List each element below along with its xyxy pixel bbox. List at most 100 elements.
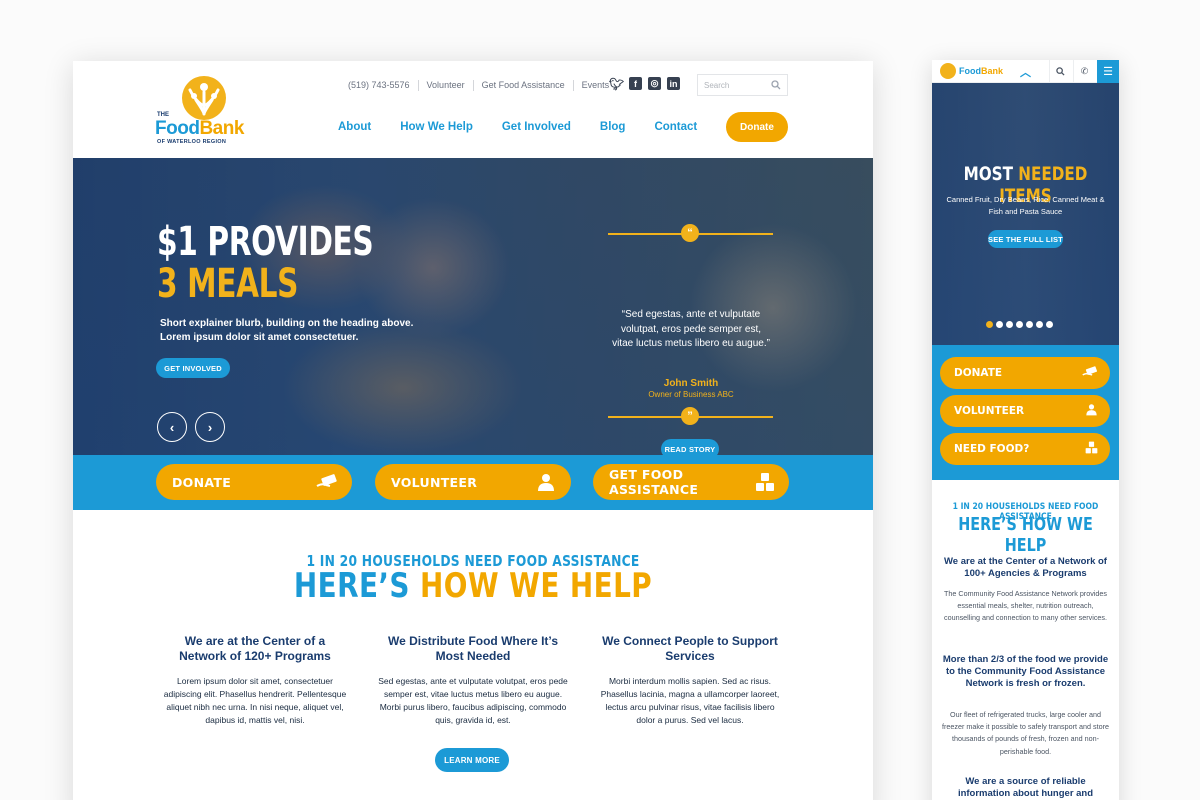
hero-blurb: Short explainer blurb, building on the h… — [160, 318, 414, 343]
utility-link-volunteer[interactable]: Volunteer — [427, 80, 465, 90]
mobile-volunteer-button[interactable]: VOLUNTEER — [940, 395, 1110, 427]
search-icon[interactable] — [1049, 60, 1071, 83]
how-we-help-section: 1 IN 20 HOUSEHOLDS NEED FOOD ASSISTANCE … — [73, 510, 873, 800]
food-assistance-cta-label: GET FOOD ASSISTANCE — [609, 467, 699, 497]
instagram-icon[interactable]: ◎ — [648, 77, 661, 90]
mobile-header: FoodBank ︿ ✆ ☰ — [932, 60, 1119, 83]
volunteer-cta-label: VOLUNTEER — [391, 474, 478, 490]
mobile-help-section: 1 IN 20 HOUSEHOLDS NEED FOOD ASSISTANCE … — [932, 480, 1119, 800]
mobile-help-body: The Community Food Assistance Network pr… — [943, 589, 1107, 623]
hand-money-icon — [316, 472, 338, 492]
mobile-need-food-label: NEED FOOD? — [954, 443, 1030, 455]
search-input[interactable]: Search — [697, 74, 788, 96]
phone-icon[interactable]: ✆ — [1073, 60, 1095, 83]
logo-wordmark: FoodBank — [155, 118, 244, 139]
main-nav: About How We Help Get Involved Blog Cont… — [338, 121, 726, 133]
social-links: 🐦︎ f ◎ in — [609, 77, 680, 91]
food-cans-icon — [1085, 441, 1098, 457]
mobile-mockup: FoodBank ︿ ✆ ☰ MOST NEEDED ITEMS Canned … — [932, 60, 1119, 800]
divider — [472, 79, 474, 91]
mobile-cta-band: DONATE VOLUNTEER NEED FOOD? — [932, 345, 1119, 480]
nav-about[interactable]: About — [338, 121, 371, 133]
see-full-list-button[interactable]: SEE THE FULL LIST — [988, 230, 1063, 248]
person-icon — [535, 472, 557, 492]
search-placeholder: Search — [704, 80, 730, 90]
facebook-icon[interactable]: f — [629, 77, 642, 90]
donate-cta-button[interactable]: DONATE — [156, 464, 352, 500]
mobile-help-heading: HERE’S HOW WE HELP — [958, 514, 1093, 556]
hero-heading: $1 PROVIDES 3 MEALS — [157, 219, 374, 307]
mobile-help-body: Our fleet of refrigerated trucks, large … — [942, 710, 1109, 756]
twitter-icon[interactable]: 🐦︎ — [609, 77, 624, 91]
nav-get-involved[interactable]: Get Involved — [502, 121, 571, 133]
nav-blog[interactable]: Blog — [600, 121, 626, 133]
quote-icon: ” — [681, 407, 699, 425]
mockup-stage: THE FoodBank OF WATERLOO REGION (519) 74… — [0, 0, 1200, 800]
mobile-need-food-button[interactable]: NEED FOOD? — [940, 433, 1110, 465]
help-column-title: We are at the Center of a Network of 120… — [179, 634, 331, 663]
help-column-body: Lorem ipsum dolor sit amet, consectetuer… — [163, 676, 347, 725]
hamburger-menu-icon[interactable]: ☰ — [1097, 60, 1119, 83]
mobile-logo[interactable]: FoodBank — [940, 63, 1003, 79]
mobile-help-title: We are a source of reliable information … — [957, 776, 1094, 799]
help-column-body: Sed egestas, ante et vulputate volutpat,… — [378, 676, 568, 725]
help-column: We are at the Center of a Network of 120… — [160, 634, 350, 727]
person-icon — [1085, 403, 1098, 419]
mobile-hero-sub: Canned Fruit, Dry Beans, Rice, Canned Me… — [946, 195, 1105, 216]
help-column-title: We Distribute Food Where It’s Most Neede… — [387, 634, 558, 663]
food-bank-logo[interactable]: THE FoodBank OF WATERLOO REGION — [155, 76, 247, 146]
help-column: We Connect People to Support Services Mo… — [595, 634, 785, 727]
divider — [572, 79, 574, 91]
mobile-help-title: More than 2/3 of the food we provide to … — [942, 654, 1109, 689]
site-header: THE FoodBank OF WATERLOO REGION (519) 74… — [73, 61, 873, 158]
mobile-slider-dots — [986, 321, 1053, 328]
slider-dot[interactable] — [1006, 321, 1013, 328]
mobile-logo-wordmark: FoodBank — [959, 66, 1004, 76]
help-column-body: Morbi interdum mollis sapien. Sed ac ris… — [600, 676, 780, 725]
chevron-up-icon[interactable]: ︿ — [1020, 64, 1031, 80]
utility-nav: (519) 743-5576 Volunteer Get Food Assist… — [348, 78, 609, 92]
search-icon[interactable] — [771, 80, 781, 90]
mobile-help-title: We are at the Center of a Network of 100… — [944, 556, 1107, 579]
logo-subtitle: OF WATERLOO REGION — [157, 139, 227, 145]
nav-contact[interactable]: Contact — [654, 121, 697, 133]
utility-link-events[interactable]: Events — [582, 80, 610, 90]
utility-link-food-assistance[interactable]: Get Food Assistance — [482, 80, 565, 90]
testimonial-name: John Smith — [663, 378, 719, 389]
food-cans-icon — [755, 472, 775, 492]
read-story-button[interactable]: READ STORY — [661, 439, 719, 455]
help-column-title: We Connect People to Support Services — [602, 634, 778, 663]
slider-dot[interactable] — [1016, 321, 1023, 328]
cta-band: DONATE VOLUNTEER GET FOOD ASSISTANCE — [73, 455, 873, 510]
hand-money-icon — [1082, 365, 1098, 381]
header-donate-button[interactable]: Donate — [726, 112, 788, 142]
get-involved-button[interactable]: GET INVOLVED — [156, 358, 230, 378]
logo-people-icon — [940, 63, 956, 79]
mobile-hero: MOST NEEDED ITEMS Canned Fruit, Dry Bean… — [932, 83, 1119, 345]
food-assistance-cta-button[interactable]: GET FOOD ASSISTANCE — [593, 464, 789, 500]
prev-slide-arrow-icon[interactable]: ‹ — [157, 412, 187, 442]
slider-dot[interactable] — [1036, 321, 1043, 328]
hero-slider: $1 PROVIDES 3 MEALS Short explainer blur… — [73, 158, 873, 455]
next-slide-arrow-icon[interactable]: › — [195, 412, 225, 442]
volunteer-cta-button[interactable]: VOLUNTEER — [375, 464, 571, 500]
divider — [417, 79, 419, 91]
mobile-volunteer-label: VOLUNTEER — [954, 405, 1025, 417]
learn-more-button[interactable]: LEARN MORE — [435, 748, 509, 772]
mobile-donate-button[interactable]: DONATE — [940, 357, 1110, 389]
help-column: We Distribute Food Where It’s Most Neede… — [378, 634, 568, 727]
donate-cta-label: DONATE — [172, 474, 232, 490]
nav-how-we-help[interactable]: How We Help — [400, 121, 473, 133]
slider-dot[interactable] — [1046, 321, 1053, 328]
help-heading: HERE’S HOW WE HELP — [293, 566, 653, 606]
slider-dot[interactable] — [1026, 321, 1033, 328]
mobile-donate-label: DONATE — [954, 367, 1003, 379]
phone-link[interactable]: (519) 743-5576 — [348, 80, 410, 90]
testimonial-quote: “Sed egestas, ante et vulputate volutpat… — [612, 309, 770, 349]
slider-dot[interactable] — [996, 321, 1003, 328]
slider-dot-active[interactable] — [986, 321, 993, 328]
logo-people-icon — [182, 76, 226, 120]
quote-icon: “ — [681, 224, 699, 242]
linkedin-icon[interactable]: in — [667, 77, 680, 90]
testimonial-role: Owner of Business ABC — [648, 390, 734, 399]
